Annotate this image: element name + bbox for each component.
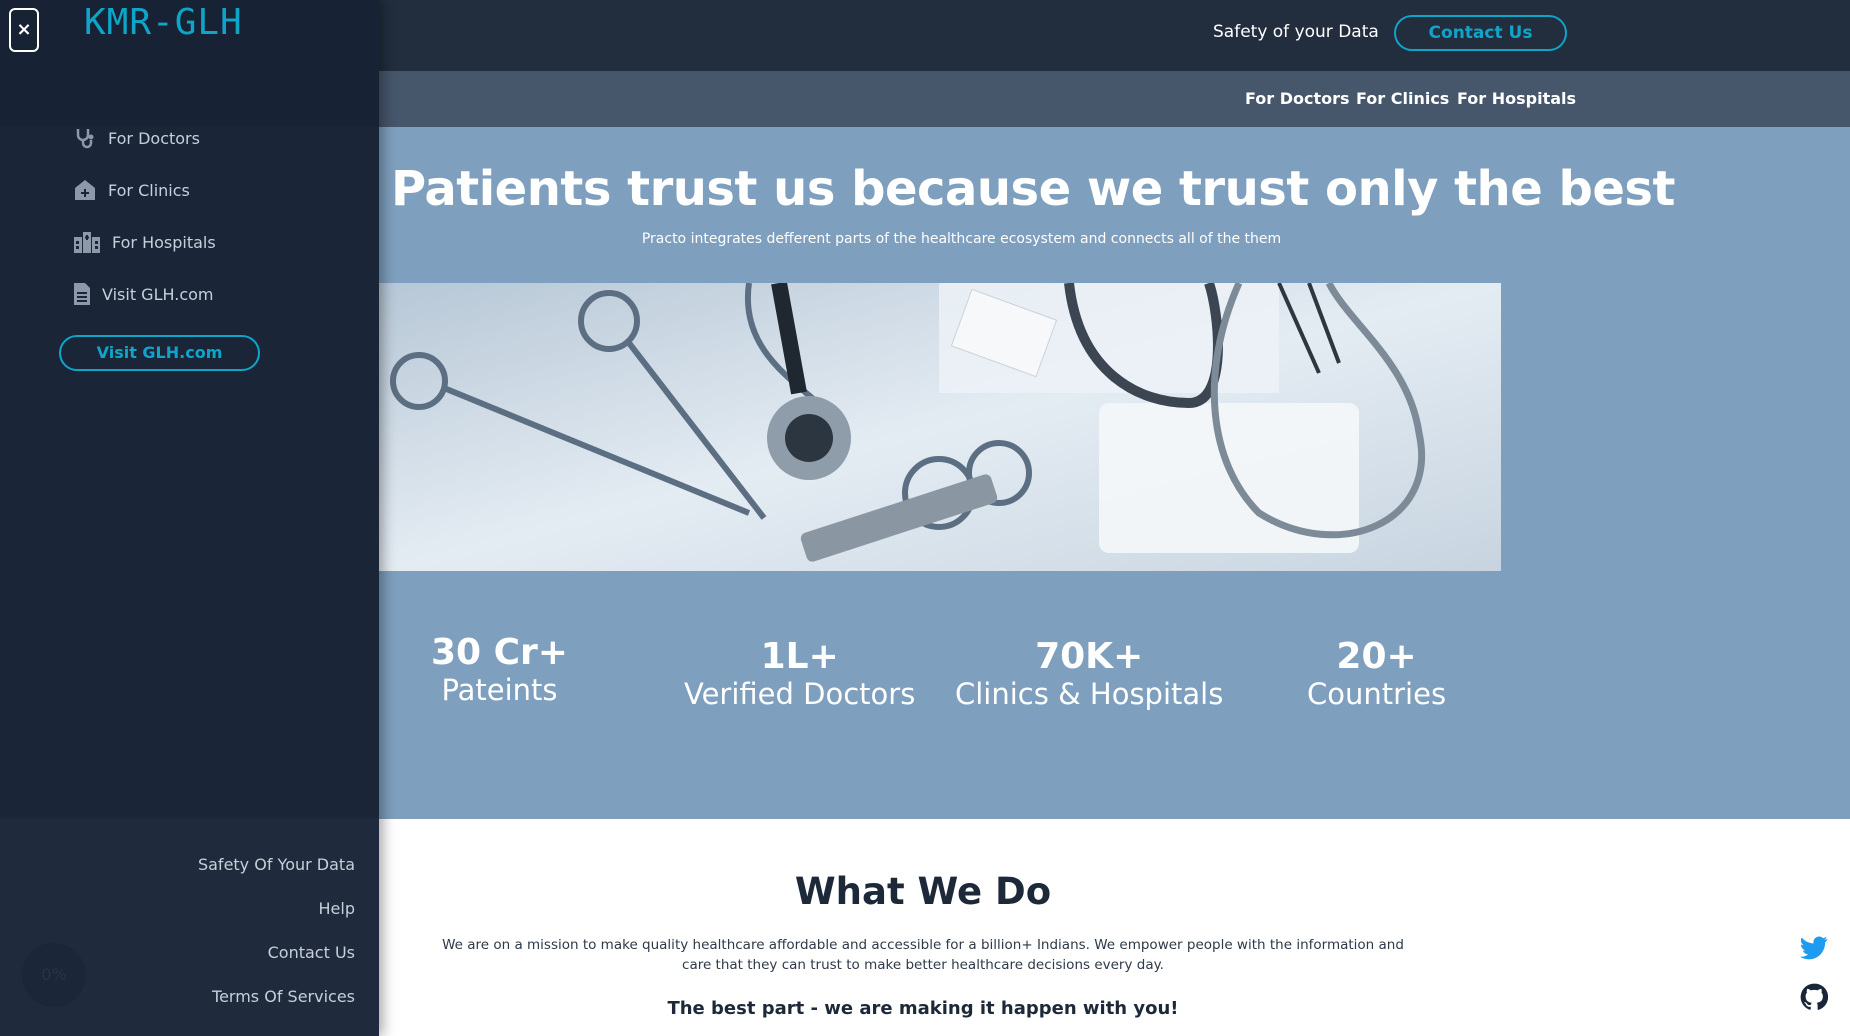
sidebar-item-visit-glh[interactable]: Visit GLH.com <box>74 281 214 307</box>
sidebar-item-label: For Hospitals <box>112 232 216 252</box>
document-icon <box>74 283 90 305</box>
stat-number: 70K+ <box>1035 636 1144 677</box>
hero-section: Patients trust us because we trust only … <box>379 127 1850 819</box>
stat-number: 30 Cr+ <box>431 632 568 673</box>
what-we-do-text: We are on a mission to make quality heal… <box>442 937 1404 973</box>
logo[interactable]: KMR-GLH <box>84 2 243 43</box>
visit-glh-button[interactable]: Visit GLH.com <box>59 335 260 371</box>
progress-indicator: 0% <box>22 943 86 1007</box>
stat-doctors: 1L+ Verified Doctors <box>684 636 915 711</box>
sidebar-item-for-hospitals[interactable]: For Hospitals <box>74 229 216 255</box>
hero-title: Patients trust us because we trust only … <box>391 161 1675 217</box>
stat-clinics: 70K+ Clinics & Hospitals <box>955 636 1223 711</box>
sidebar: × KMR-GLH For Doctors For Clinics For Ho… <box>0 0 379 1036</box>
sidebar-item-for-doctors[interactable]: For Doctors <box>74 125 200 151</box>
stat-label: Verified Doctors <box>684 677 916 711</box>
safety-of-data-link[interactable]: Safety of your Data <box>1213 22 1379 42</box>
what-we-do-title: What We Do <box>794 870 1052 913</box>
hero-subtitle: Practo integrates defferent parts of the… <box>641 231 1282 247</box>
stat-label: Pateints <box>441 673 558 707</box>
sidebar-item-for-clinics[interactable]: For Clinics <box>74 177 190 203</box>
sub-navigation: For Doctors For Clinics For Hospitals <box>379 71 1850 127</box>
stethoscope-icon <box>74 127 96 149</box>
stat-patients: 30 Cr+ Pateints <box>431 632 568 707</box>
footer-link-safety[interactable]: Safety Of Your Data <box>198 855 355 874</box>
twitter-icon[interactable] <box>1800 936 1828 964</box>
github-icon[interactable] <box>1800 983 1829 1015</box>
stat-countries: 20+ Countries <box>1307 636 1446 711</box>
footer-link-contact[interactable]: Contact Us <box>268 943 355 962</box>
footer-link-help[interactable]: Help <box>319 899 355 918</box>
stat-label: Clinics & Hospitals <box>955 677 1224 711</box>
footer-link-terms[interactable]: Terms Of Services <box>212 987 355 1006</box>
nav-for-hospitals[interactable]: For Hospitals <box>1457 89 1576 108</box>
stat-label: Countries <box>1307 677 1447 711</box>
nav-for-doctors[interactable]: For Doctors <box>1245 89 1350 108</box>
sidebar-header: × KMR-GLH <box>0 0 379 126</box>
nav-for-clinics[interactable]: For Clinics <box>1356 89 1449 108</box>
clinic-icon <box>74 179 96 201</box>
close-sidebar-button[interactable]: × <box>9 8 39 52</box>
contact-us-button[interactable]: Contact Us <box>1394 15 1567 51</box>
hospital-icon <box>74 231 100 253</box>
stat-number: 20+ <box>1336 636 1417 677</box>
best-part-text: The best part - we are making it happen … <box>667 998 1179 1019</box>
sidebar-item-label: Visit GLH.com <box>102 284 214 304</box>
sidebar-item-label: For Doctors <box>108 128 200 148</box>
sidebar-item-label: For Clinics <box>108 180 190 200</box>
stat-number: 1L+ <box>760 636 839 677</box>
hero-image <box>379 283 1501 571</box>
